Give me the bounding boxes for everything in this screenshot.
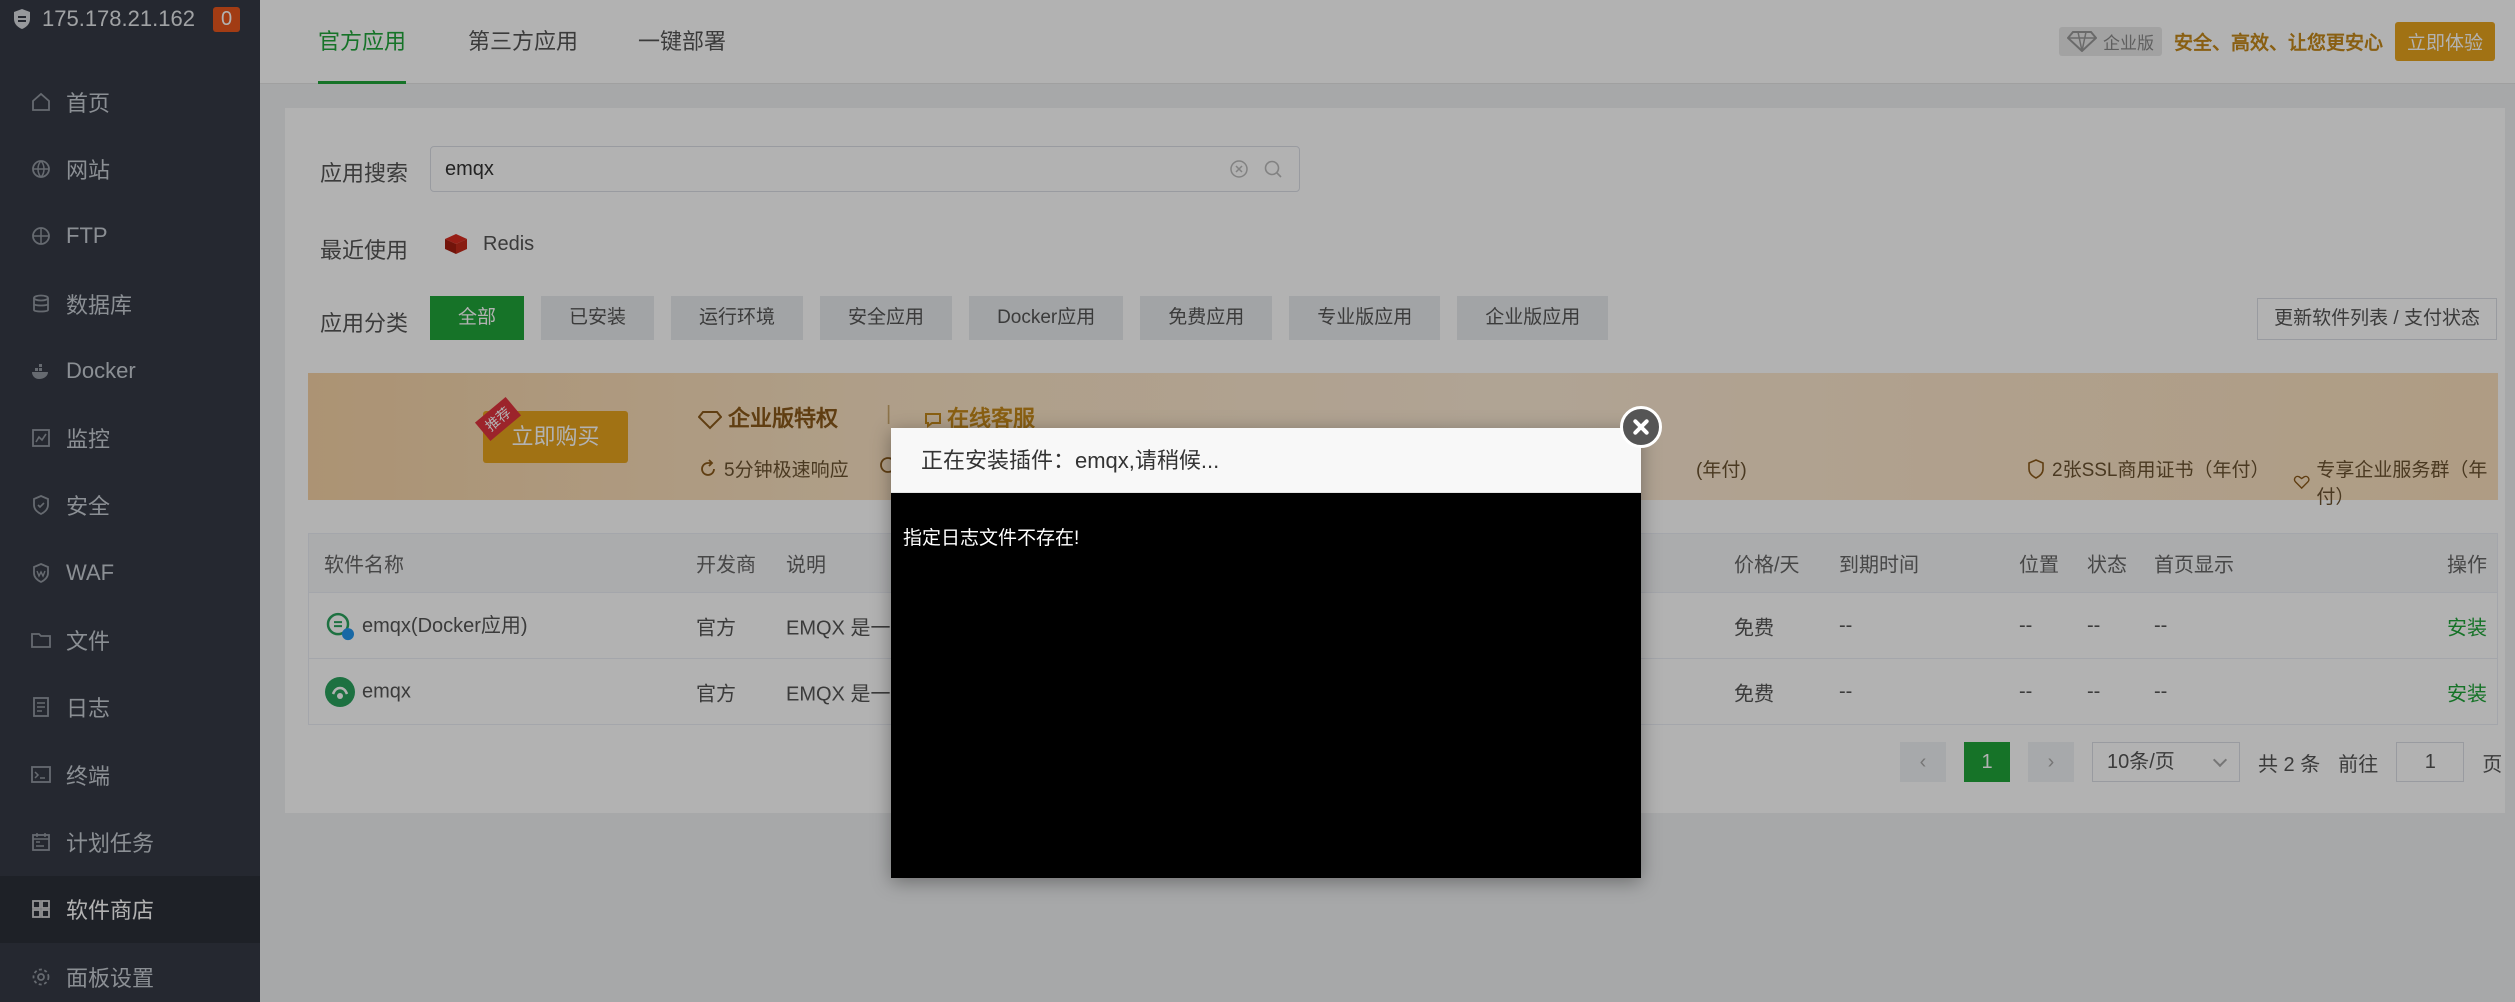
log-text: 指定日志文件不存在! (903, 528, 1080, 549)
install-log-output: 指定日志文件不存在! (891, 493, 1641, 580)
install-progress-dialog: 正在安装插件：emqx,请稍候... 指定日志文件不存在! (891, 428, 1641, 878)
close-icon[interactable] (1620, 406, 1662, 448)
dialog-title: 正在安装插件：emqx,请稍候... (891, 428, 1641, 493)
